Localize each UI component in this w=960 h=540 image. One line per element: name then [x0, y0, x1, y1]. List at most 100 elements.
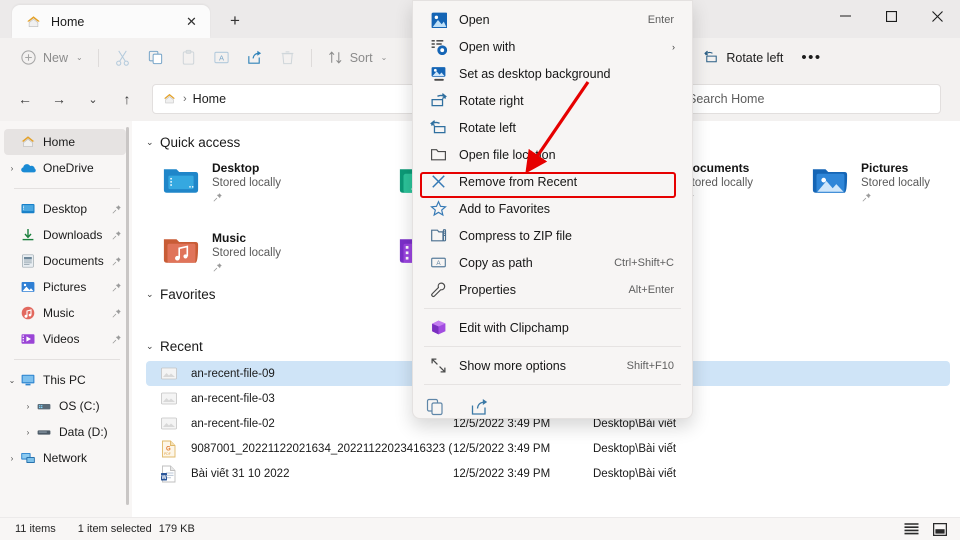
new-button[interactable]: New ⌄ — [12, 44, 91, 72]
share-icon-footer[interactable] — [469, 397, 489, 417]
quick-access-tile[interactable]: Desktop Stored locally — [160, 161, 360, 219]
expander-icon[interactable]: › — [20, 428, 36, 437]
tile-name: Documents — [684, 161, 750, 175]
window-controls — [822, 0, 960, 38]
folder-icon — [429, 146, 447, 164]
minimize-button[interactable] — [822, 0, 868, 32]
tile-subtitle: Stored locally — [684, 177, 754, 189]
cut-button[interactable] — [106, 44, 139, 72]
details-view-icon[interactable] — [904, 522, 919, 536]
rename-icon: A — [214, 51, 229, 64]
sort-button[interactable]: Sort ⌄ — [319, 44, 396, 72]
tab-close-icon[interactable]: ✕ — [183, 13, 200, 30]
status-size: 179 KB — [158, 523, 195, 535]
share-button[interactable] — [238, 44, 271, 72]
sidebar-item-desktop[interactable]: Desktop — [4, 196, 126, 222]
expander-icon[interactable]: ⌄ — [4, 376, 20, 385]
sidebar-item-videos[interactable]: Videos — [4, 326, 126, 352]
search-placeholder: Search Home — [688, 92, 765, 106]
sidebar-divider — [14, 359, 120, 360]
close-button[interactable] — [914, 0, 960, 32]
sidebar-item-data-d[interactable]: › Data (D:) — [4, 419, 126, 445]
quick-access-tile[interactable]: Music Stored locally — [160, 231, 360, 289]
rotate-left-button[interactable]: Rotate left — [695, 44, 791, 72]
sidebar-item-this-pc[interactable]: ⌄ This PC — [4, 367, 126, 393]
rename-button[interactable]: A — [205, 44, 238, 72]
menu-item-remove-from-recent[interactable]: Remove from Recent — [417, 168, 688, 195]
folder-pictures-icon — [812, 169, 848, 193]
chevron-down-icon-fav: ⌄ — [146, 288, 154, 299]
forward-button[interactable]: → — [44, 84, 74, 114]
breadcrumb-separator: › — [183, 93, 187, 105]
maximize-button[interactable] — [868, 0, 914, 32]
sidebar-item-music[interactable]: Music — [4, 300, 126, 326]
new-tab-button[interactable]: + — [223, 9, 247, 33]
rotate-left-icon — [704, 50, 718, 63]
sidebar-item-documents[interactable]: Documents — [4, 248, 126, 274]
sidebar-item-pictures[interactable]: Pictures — [4, 274, 126, 300]
sidebar-item-label: Downloads — [43, 228, 103, 242]
search-box[interactable]: Search Home — [677, 84, 941, 114]
menu-item-label: Show more options — [459, 358, 567, 373]
remove-x-icon — [429, 173, 447, 191]
menu-item-rotate-left[interactable]: Rotate left — [417, 114, 688, 141]
recent-locations-button[interactable]: ⌄ — [78, 84, 108, 114]
home-icon-address — [163, 93, 176, 104]
menu-item-copy-as-path[interactable]: A Copy as path Ctrl+Shift+C — [417, 249, 688, 276]
menu-item-open[interactable]: Open Enter — [417, 6, 688, 33]
onedrive-icon — [21, 164, 36, 173]
menu-item-show-more-options[interactable]: Show more options Shift+F10 — [417, 352, 688, 379]
list-view-icon[interactable] — [933, 522, 947, 536]
menu-item-label: Set as desktop background — [459, 66, 611, 81]
sidebar-item-label: Data (D:) — [59, 425, 108, 439]
copy-button[interactable] — [139, 44, 172, 72]
chevron-down-icon-qa: ⌄ — [146, 136, 154, 147]
sidebar-item-home[interactable]: Home — [4, 129, 126, 155]
chevron-down-icon-recent: ⌄ — [146, 340, 154, 351]
table-row[interactable]: W Bài viết 31 10 2022 12/5/2022 3:49 PM Des… — [146, 461, 950, 486]
clipchamp-icon — [429, 319, 447, 337]
pictures-icon — [21, 282, 35, 292]
sidebar-item-os-c[interactable]: › OS (C:) — [4, 393, 126, 419]
table-row[interactable]: G PDF 9087001_20221122021634_2022112202341… — [146, 436, 950, 461]
sidebar-item-label: Home — [43, 135, 76, 149]
open-with-icon — [429, 38, 447, 56]
paste-button[interactable] — [172, 44, 205, 72]
menu-item-label: Open — [459, 12, 490, 27]
back-button[interactable]: ← — [10, 84, 40, 114]
more-options-button[interactable]: ••• — [791, 49, 831, 66]
tab-home[interactable]: Home ✕ — [12, 5, 210, 38]
copy-icon-footer[interactable] — [425, 397, 445, 417]
up-button[interactable]: ↑ — [112, 84, 142, 114]
expander-icon[interactable]: › — [4, 454, 20, 463]
menu-item-rotate-right[interactable]: Rotate right — [417, 87, 688, 114]
menu-item-compress-to-zip-file[interactable]: Compress to ZIP file — [417, 222, 688, 249]
file-date: 12/5/2022 3:49 PM — [453, 467, 551, 480]
image-file-icon — [161, 392, 177, 404]
documents-icon — [22, 254, 34, 268]
menu-item-add-to-favorites[interactable]: Add to Favorites — [417, 195, 688, 222]
menu-item-accelerator: Shift+F10 — [626, 359, 674, 372]
sidebar-item-label: Videos — [43, 332, 80, 346]
desktop-icon — [21, 204, 35, 214]
menu-divider — [424, 346, 681, 347]
menu-item-properties[interactable]: Properties Alt+Enter — [417, 276, 688, 303]
sidebar-scrollbar[interactable] — [126, 127, 129, 505]
sidebar-item-downloads[interactable]: Downloads — [4, 222, 126, 248]
sidebar-item-network[interactable]: › Network — [4, 445, 126, 471]
expander-icon[interactable]: › — [4, 164, 20, 173]
expander-icon[interactable]: › — [20, 402, 36, 411]
menu-item-edit-with-clipchamp[interactable]: Edit with Clipchamp — [417, 314, 688, 341]
menu-item-accelerator: Ctrl+Shift+C — [614, 256, 674, 269]
sidebar-item-onedrive[interactable]: › OneDrive — [4, 155, 126, 181]
view-buttons — [904, 522, 947, 536]
menu-item-set-as-desktop-background[interactable]: Set as desktop background — [417, 60, 688, 87]
file-name: Bài viết 31 10 2022 — [191, 467, 290, 480]
image-open-icon — [429, 11, 447, 29]
quick-access-tile[interactable]: Pictures Stored locally — [809, 161, 960, 219]
menu-item-open-file-location[interactable]: Open file location — [417, 141, 688, 168]
menu-item-open-with[interactable]: Open with › — [417, 33, 688, 60]
pin-icon — [112, 334, 121, 343]
delete-button[interactable] — [271, 44, 304, 72]
set-wallpaper-icon — [429, 65, 447, 83]
